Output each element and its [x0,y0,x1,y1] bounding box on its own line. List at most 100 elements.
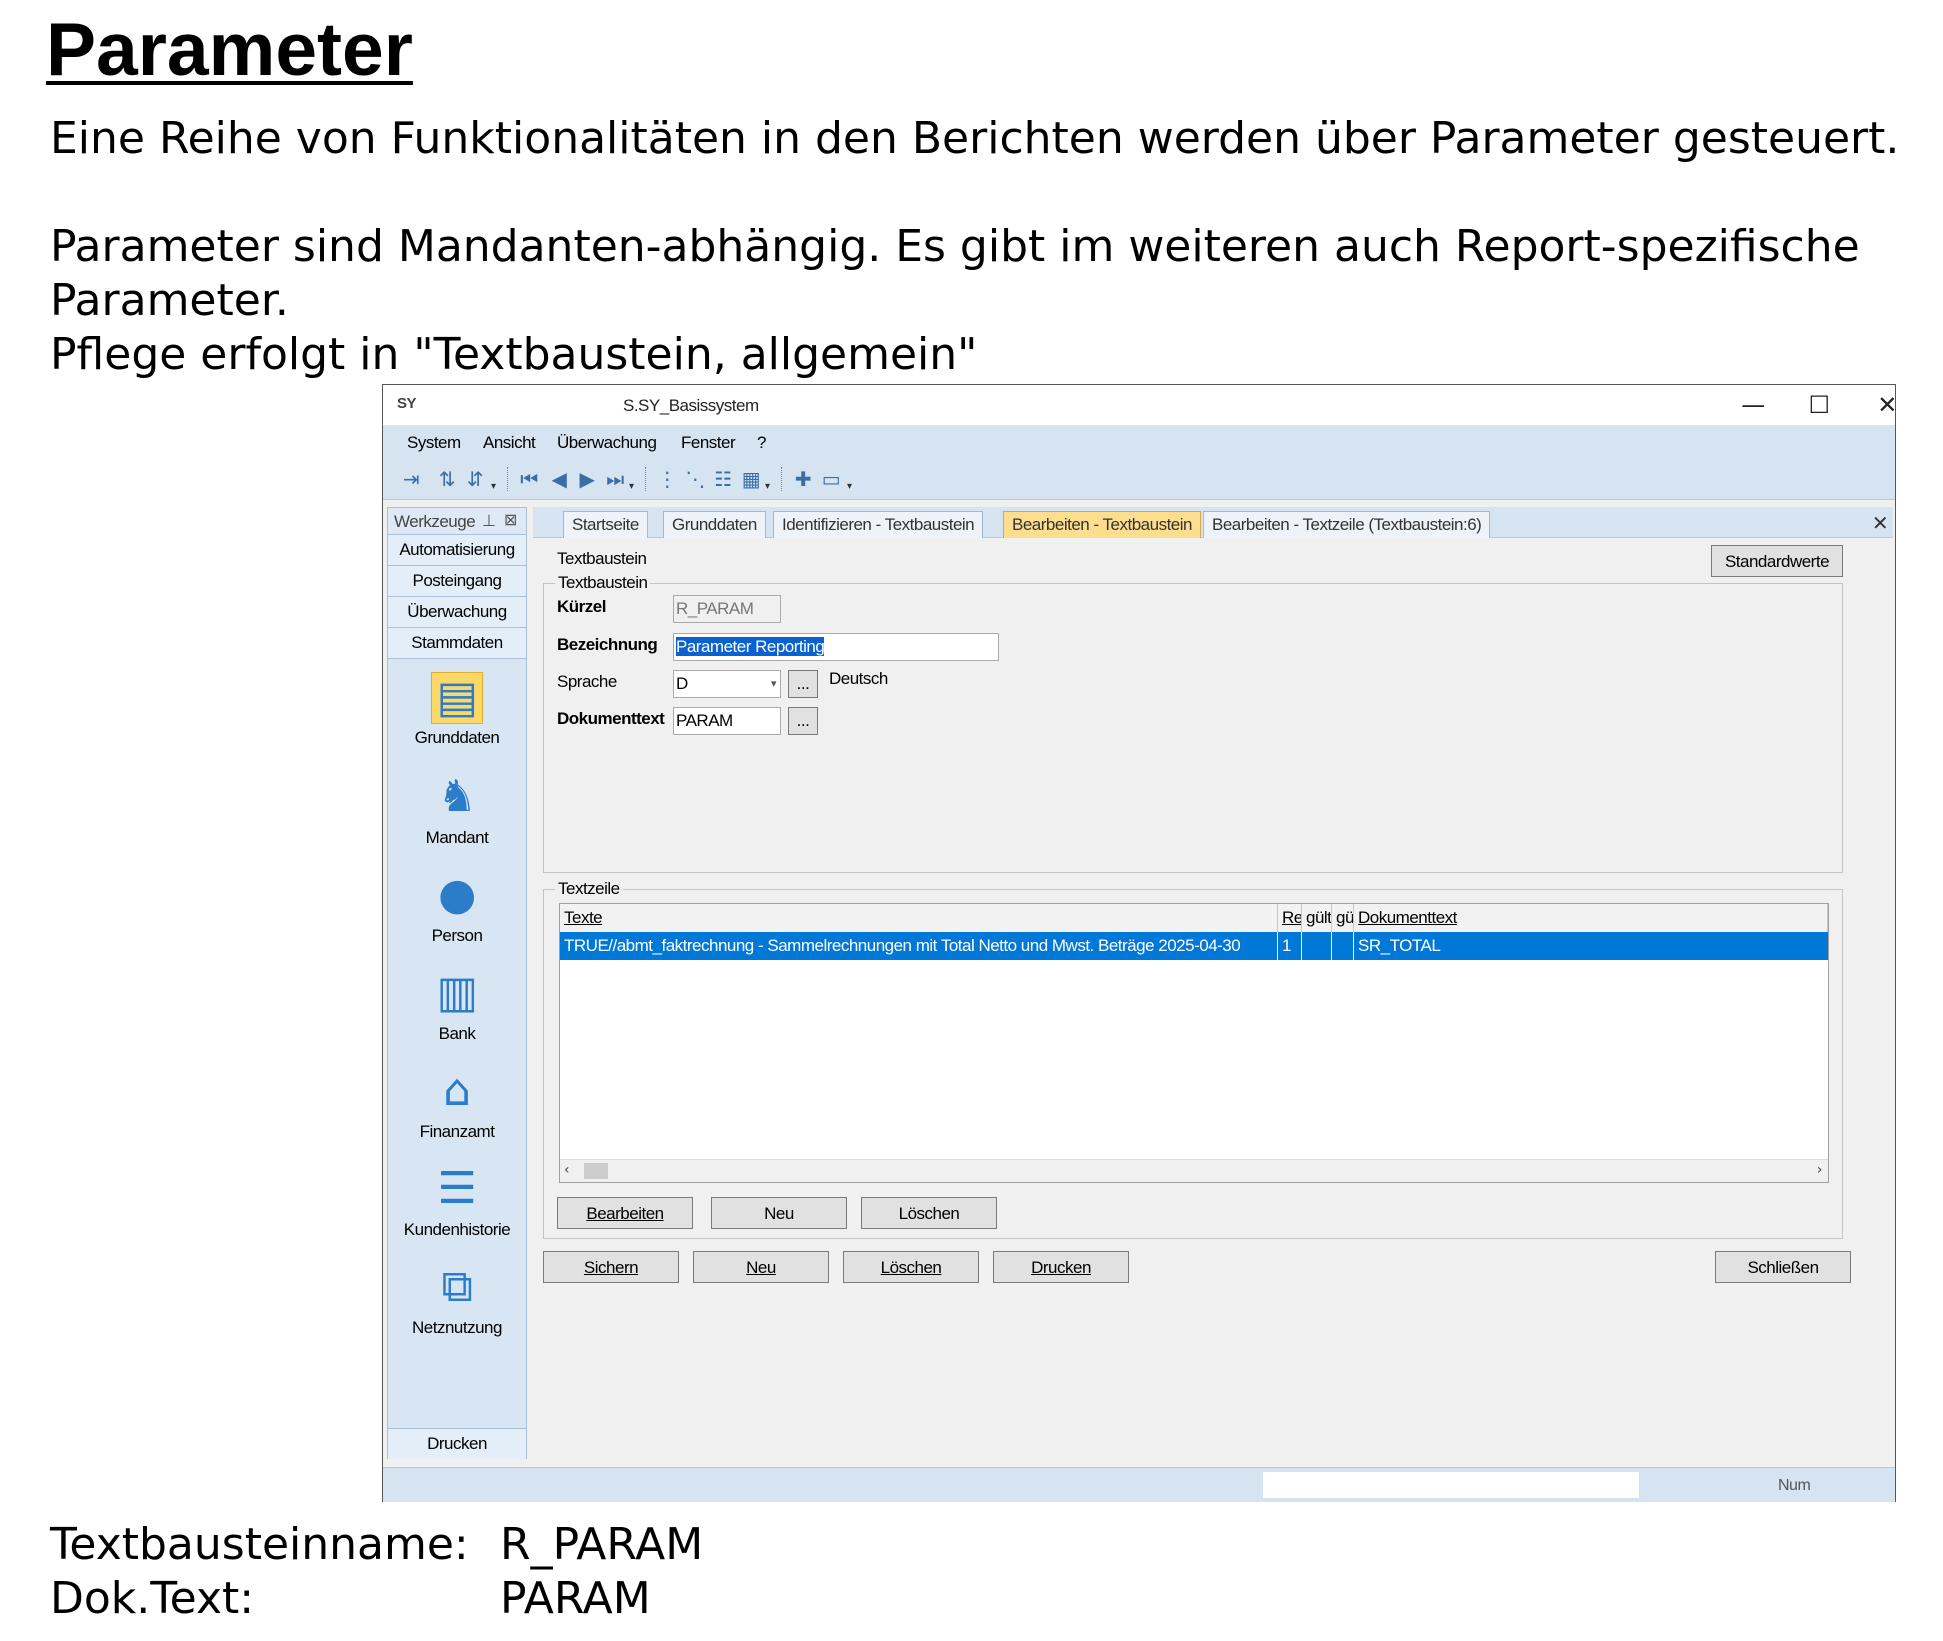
next-record-icon[interactable]: ▶ [575,467,599,491]
slide-text-line2: Parameter sind Mandanten-abhängig. Es gi… [50,221,1860,272]
sort-desc-icon[interactable]: ⇵ [463,467,487,491]
menu-help[interactable]: ? [757,433,766,453]
toolbar: ⇥ ⇅ ⇵ ▾ ⏮ ◀ ▶ ⏭ ▾ ⋮ ⋱ ☷ ▦ ▾ ✚ ▭ ▾ [383,459,1895,500]
slide-text-line3: Parameter. [50,275,289,326]
textzeile-neu-button[interactable]: Neu [711,1197,847,1229]
tools-panel-title: Werkzeuge [394,512,476,531]
first-record-icon[interactable]: ⏮ [517,467,541,491]
textzeile-bearbeiten-button[interactable]: Bearbeiten [557,1197,693,1229]
menu-fenster[interactable]: Fenster [681,433,736,453]
sprache-label: Sprache [557,672,617,691]
tools-drucken-button[interactable]: Drucken [388,1428,526,1459]
footer-label-doktext: Dok.Text: [50,1573,255,1624]
grunddaten-icon: ▤ [431,672,483,724]
add-icon[interactable]: ✚ [791,467,815,491]
tool-label: Netznutzung [412,1318,502,1337]
toolbar-dropdown-icon[interactable]: ▾ [765,481,775,493]
exit-icon[interactable]: ⇥ [399,467,423,491]
drucken-label: Drucken [1031,1258,1091,1277]
textzeile-loeschen-button[interactable]: Löschen [861,1197,997,1229]
tool-netznutzung[interactable]: ⧉ Netznutzung [388,1260,526,1338]
grid-header: Texte Re gült gü Dokumenttext [560,904,1828,933]
neu-button[interactable]: Neu [693,1251,829,1283]
toolbar-dropdown-icon[interactable]: ▾ [847,481,857,493]
tools-category-ueberwachung[interactable]: Überwachung [388,597,526,628]
loeschen-button[interactable]: Löschen [843,1251,979,1283]
menu-ueberwachung[interactable]: Überwachung [557,433,657,453]
slide-title: Parameter [46,7,413,91]
bezeichnung-field[interactable]: Parameter Reporting [673,633,999,661]
table-icon[interactable]: ▦ [739,467,763,491]
close-panel-icon[interactable]: ⊠ [504,510,517,529]
menu-system[interactable]: System [407,433,461,453]
chevron-down-icon: ▾ [770,677,777,690]
tab-startseite[interactable]: Startseite [563,511,648,538]
prev-record-icon[interactable]: ◀ [547,467,571,491]
textzeile-grid[interactable]: Texte Re gült gü Dokumenttext TRUE//abmt… [559,903,1829,1183]
sichern-button[interactable]: Sichern [543,1251,679,1283]
status-num: Num [1778,1477,1811,1494]
maximize-button[interactable]: ☐ [1789,389,1849,421]
sprache-select[interactable]: D ▾ [673,670,781,698]
column-header-re[interactable]: Re [1278,904,1302,932]
tab-bearbeiten-textzeile[interactable]: Bearbeiten - Textzeile (Textbaustein:6) [1203,511,1491,538]
sprache-value: D [676,674,688,693]
horizontal-scrollbar[interactable]: ‹ › [560,1159,1828,1182]
sort-asc-icon[interactable]: ⇅ [435,467,459,491]
bezeichnung-value: Parameter Reporting [676,637,825,656]
column-header-guelt[interactable]: gült [1302,904,1332,932]
app-logo: SY [397,395,417,412]
minimize-button[interactable]: — [1723,389,1783,421]
tree-icon[interactable]: ⋮ [655,467,679,491]
tab-grunddaten[interactable]: Grunddaten [663,511,766,538]
dokumenttext-field[interactable]: PARAM [673,707,781,735]
scroll-right-icon[interactable]: › [1817,1162,1823,1178]
status-bar: Num [383,1467,1895,1502]
cell-re: 1 [1278,932,1302,960]
sichern-label: Sichern [583,1258,639,1277]
toolbar-dropdown-icon[interactable]: ▾ [491,481,501,493]
tool-bank[interactable]: ▥ Bank [388,966,526,1044]
sprache-lookup-button[interactable]: ... [788,670,818,698]
tools-panel: Werkzeuge ⊥ ⊠ Automatisierung Posteingan… [387,507,527,1459]
column-header-texte[interactable]: Texte [560,904,1278,932]
last-record-icon[interactable]: ⏭ [603,467,627,491]
content-area: Textbaustein Standardwerte Textbaustein … [533,539,1893,1459]
menu-ansicht[interactable]: Ansicht [483,433,536,453]
dokumenttext-lookup-button[interactable]: ... [788,707,818,735]
standardwerte-button[interactable]: Standardwerte [1711,545,1843,577]
tool-label: Finanzamt [419,1122,495,1141]
tool-finanzamt[interactable]: ⌂ Finanzamt [388,1064,526,1142]
toolbar-dropdown-icon[interactable]: ▾ [629,481,639,493]
indent-icon[interactable]: ⋱ [683,467,707,491]
tool-label: Kundenhistorie [403,1220,511,1239]
tools-category-automatisierung[interactable]: Automatisierung [388,535,526,566]
app-window: SY S.SY_Basissystem — ☐ ✕ System Ansicht… [382,384,1897,1502]
drucken-button[interactable]: Drucken [993,1251,1129,1283]
tool-label: Mandant [425,828,489,847]
tool-kundenhistorie[interactable]: ☰ Kundenhistorie [388,1162,526,1240]
table-row[interactable]: TRUE//abmt_faktrechnung - Sammelrechnung… [560,932,1828,960]
close-window-button[interactable]: ✕ [1857,389,1917,421]
schliessen-button[interactable]: Schließen [1715,1251,1851,1283]
pin-icon[interactable]: ⊥ [482,511,496,530]
tool-mandant[interactable]: ♞ Mandant [388,770,526,848]
textzeile-group-title: Textzeile [555,879,623,899]
tools-category-posteingang[interactable]: Posteingang [388,566,526,597]
scrollbar-thumb[interactable] [584,1163,608,1179]
close-tab-icon[interactable]: ✕ [1868,511,1892,535]
kuerzel-field[interactable]: R_PARAM [673,595,781,623]
column-header-dokumenttext[interactable]: Dokumenttext [1354,904,1828,932]
tab-bearbeiten-textbaustein[interactable]: Bearbeiten - Textbaustein [1003,511,1201,538]
tools-category-stammdaten[interactable]: Stammdaten [388,628,526,659]
column-header-gue[interactable]: gü [1332,904,1354,932]
list-icon[interactable]: ☷ [711,467,735,491]
scroll-left-icon[interactable]: ‹ [564,1162,570,1178]
edit-icon[interactable]: ▭ [819,467,843,491]
tab-identifizieren-textbaustein[interactable]: Identifizieren - Textbaustein [773,511,984,538]
tool-person[interactable]: ● Person [388,868,526,946]
tool-grunddaten[interactable]: ▤ Grunddaten [388,672,526,748]
tools-panel-header: Werkzeuge ⊥ ⊠ [388,508,526,535]
slide-text-line4: Pflege erfolgt in "Textbaustein, allgeme… [50,329,978,380]
bearbeiten-label: Bearbeiten [586,1204,664,1223]
